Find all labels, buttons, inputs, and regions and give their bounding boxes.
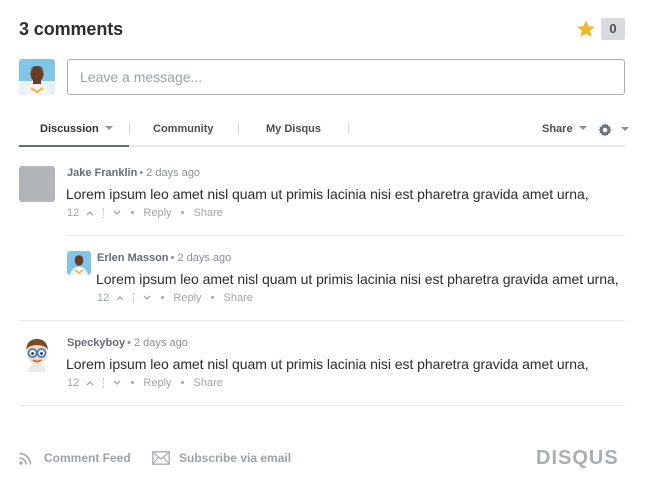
post-actions: 12 • Reply • Share [67, 377, 223, 391]
vote-up-icon[interactable] [116, 295, 124, 301]
post-body: Lorem ipsum leo amet nisl quam ut primis… [66, 356, 589, 372]
comment-count: 3 comments [19, 19, 124, 39]
nav-divider [238, 123, 239, 134]
post-timestamp[interactable]: • 2 days ago [171, 252, 232, 264]
tab-discussion[interactable]: Discussion [40, 123, 113, 135]
post-body: Lorem ipsum leo amet nisl quam ut primis… [96, 271, 619, 287]
share-link[interactable]: Share [194, 207, 223, 219]
vote-divider [103, 208, 105, 219]
vote-down-icon[interactable] [113, 210, 121, 216]
vote-count: 12 [67, 207, 80, 220]
tab-my-disqus-label: My Disqus [266, 123, 322, 135]
separator-dot: • [160, 292, 165, 305]
mail-icon[interactable] [152, 451, 170, 465]
comments-header: 3 comments 0 [19, 18, 625, 42]
chevron-down-icon [104, 126, 113, 131]
tab-discussion-label: Discussion [40, 123, 99, 135]
share-link[interactable]: Share [194, 377, 223, 389]
reply-link[interactable]: Reply [173, 292, 201, 304]
reply-link[interactable]: Reply [143, 207, 171, 219]
post-actions: 12 • Reply • Share [97, 292, 253, 306]
chevron-down-icon[interactable] [621, 127, 629, 131]
chevron-down-icon [578, 126, 587, 131]
post-author[interactable]: Erlen Masson • 2 days ago [97, 252, 231, 264]
post-timestamp[interactable]: • 2 days ago [139, 167, 200, 179]
vote-divider [103, 378, 105, 389]
comment-divider [67, 235, 625, 236]
share-menu[interactable]: Share [542, 123, 587, 135]
subscribe-email-link[interactable]: Subscribe via email [179, 451, 291, 465]
rss-icon[interactable] [19, 452, 32, 465]
share-menu-label: Share [542, 123, 573, 135]
comment-divider [19, 320, 625, 321]
post-author[interactable]: Speckyboy • 2 days ago [67, 337, 188, 349]
tab-my-disqus[interactable]: My Disqus [266, 123, 321, 135]
vote-down-icon[interactable] [143, 295, 151, 301]
separator-dot: • [180, 207, 185, 220]
author-name[interactable]: Jake Franklin [67, 167, 137, 179]
author-name[interactable]: Erlen Masson [97, 252, 169, 264]
vote-divider [133, 293, 135, 304]
reply-link[interactable]: Reply [143, 377, 171, 389]
separator-dot: • [130, 377, 135, 390]
gear-icon[interactable] [598, 123, 612, 137]
post-timestamp[interactable]: • 2 days ago [127, 337, 188, 349]
recommend-count: 0 [601, 18, 625, 40]
vote-count: 12 [67, 377, 80, 390]
separator-dot: • [180, 377, 185, 390]
post-author[interactable]: Jake Franklin • 2 days ago [67, 167, 200, 179]
vote-count: 12 [97, 292, 110, 305]
glasses-boy-avatar[interactable] [19, 336, 55, 372]
post-actions: 12 • Reply • Share [67, 207, 223, 221]
vote-up-icon[interactable] [86, 380, 94, 386]
author-name[interactable]: Speckyboy [67, 337, 125, 349]
grey-placeholder-avatar[interactable] [19, 166, 55, 202]
vote-down-icon[interactable] [113, 380, 121, 386]
tab-community[interactable]: Community [153, 123, 214, 135]
comments-footer: Comment Feed Subscribe via email DISQUS [19, 447, 625, 470]
nav-divider [348, 123, 349, 134]
disqus-logo[interactable]: DISQUS [536, 447, 619, 470]
tab-community-label: Community [153, 123, 214, 135]
separator-dot: • [130, 207, 135, 220]
discussion-nav: Discussion Community My Disqus Share [19, 116, 629, 147]
user-avatar [19, 59, 55, 95]
separator-dot: • [210, 292, 215, 305]
comment-feed-link[interactable]: Comment Feed [44, 451, 131, 465]
active-tab-indicator [19, 145, 129, 147]
message-input[interactable] [67, 59, 625, 95]
star-icon[interactable] [576, 19, 596, 39]
illustrated-man-avatar[interactable] [67, 251, 91, 275]
vote-up-icon[interactable] [86, 210, 94, 216]
nav-divider [129, 123, 130, 134]
post-body: Lorem ipsum leo amet nisl quam ut primis… [66, 186, 589, 202]
share-link[interactable]: Share [224, 292, 253, 304]
comment-divider [19, 405, 625, 406]
